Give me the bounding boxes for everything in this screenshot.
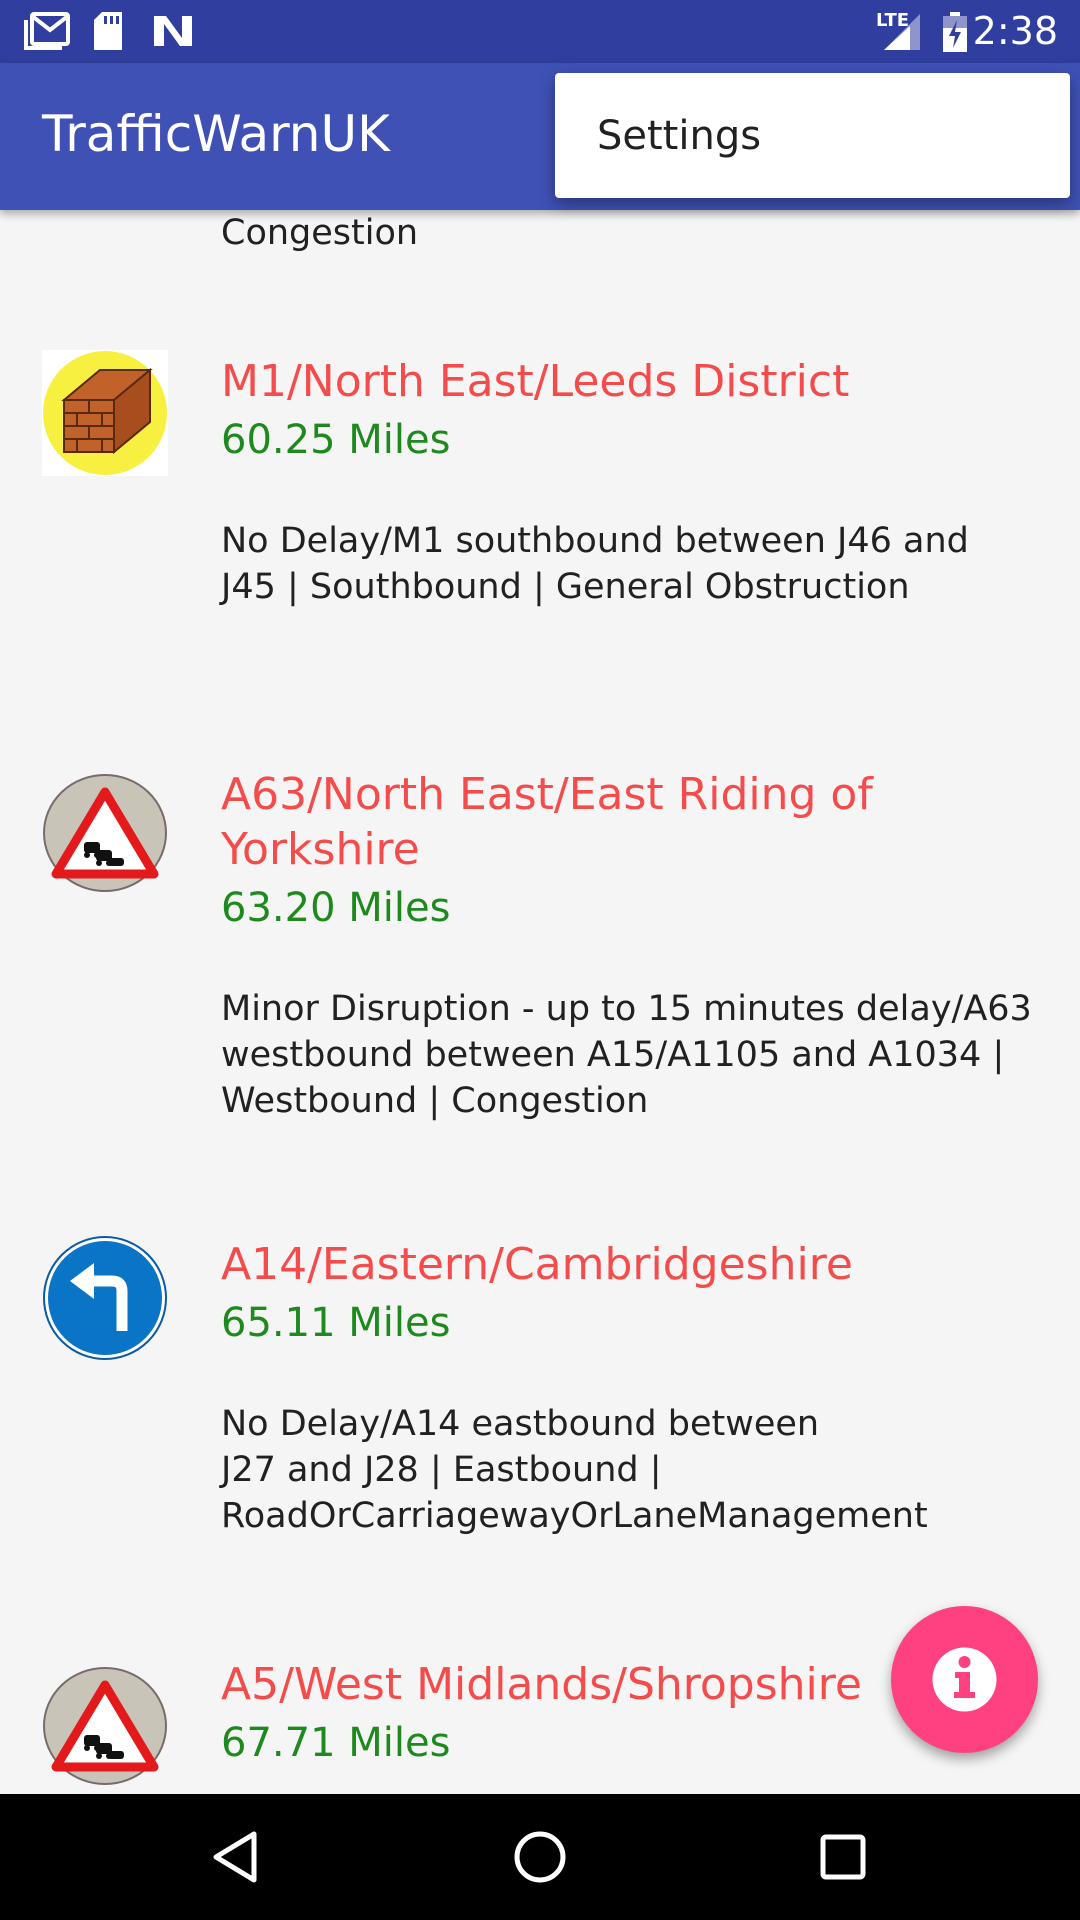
item-description-line: J45 | Southbound | General Obstruction bbox=[221, 567, 910, 607]
menu-item-settings[interactable]: Settings bbox=[597, 113, 761, 159]
recents-icon[interactable] bbox=[810, 1824, 876, 1890]
turn-left-sign-icon bbox=[43, 1236, 167, 1360]
queue-warning-sign-icon bbox=[43, 1667, 167, 1785]
item-title: A5/West Midlands/Shropshire bbox=[221, 1659, 862, 1710]
item-distance: 63.20 Miles bbox=[221, 885, 451, 931]
item-title: M1/North East/Leeds District bbox=[221, 356, 850, 407]
list-item[interactable]: A14/Eastern/Cambridgeshire 65.11 Miles N… bbox=[42, 1235, 1038, 1575]
back-icon[interactable] bbox=[204, 1824, 270, 1890]
n-notification-icon bbox=[154, 16, 192, 46]
item-description-line: Minor Disruption - up to 15 minutes dela… bbox=[221, 989, 1032, 1029]
partial-item-description: Congestion bbox=[221, 213, 419, 253]
item-title-line: A63/North East/East Riding of bbox=[221, 769, 873, 820]
item-description-line: westbound between A15/A1105 and A1034 | bbox=[221, 1035, 1005, 1075]
item-distance: 67.71 Miles bbox=[221, 1720, 451, 1766]
item-description-line: No Delay/A14 eastbound between bbox=[221, 1404, 820, 1444]
app-title: TrafficWarnUK bbox=[42, 105, 390, 163]
gmail-notification-icon bbox=[24, 12, 70, 50]
status-bar: LTE 2:38 bbox=[0, 0, 1080, 63]
item-description-line: RoadOrCarriagewayOrLaneManagement bbox=[221, 1496, 928, 1536]
list-item[interactable]: A5/West Midlands/Shropshire 67.71 Miles bbox=[42, 1655, 1038, 1794]
traffic-list[interactable]: Congestion M1/North East/Leeds District … bbox=[42, 210, 1038, 1794]
item-description-line: Westbound | Congestion bbox=[221, 1081, 649, 1121]
list-item[interactable]: M1/North East/Leeds District 60.25 Miles… bbox=[42, 350, 1038, 690]
signal-strength-icon bbox=[884, 14, 920, 50]
list-item[interactable]: A63/North East/East Riding of Yorkshire … bbox=[42, 765, 1038, 1155]
item-title-line: Yorkshire bbox=[221, 824, 420, 875]
item-distance: 65.11 Miles bbox=[221, 1300, 451, 1346]
sd-card-icon bbox=[94, 12, 122, 50]
info-button[interactable] bbox=[891, 1606, 1038, 1753]
item-title: A14/Eastern/Cambridgeshire bbox=[221, 1239, 853, 1290]
home-icon[interactable] bbox=[507, 1824, 573, 1890]
system-nav-bar bbox=[0, 1794, 1080, 1920]
info-icon bbox=[932, 1647, 997, 1712]
item-description-line: No Delay/M1 southbound between J46 and bbox=[221, 521, 969, 561]
roadworks-wall-icon bbox=[42, 350, 168, 476]
clock: 2:38 bbox=[972, 9, 1058, 53]
overflow-menu: Settings bbox=[555, 73, 1070, 198]
queue-warning-sign-icon bbox=[43, 774, 167, 892]
item-distance: 60.25 Miles bbox=[221, 417, 451, 463]
item-description-line: J27 and J28 | Eastbound | bbox=[221, 1450, 662, 1490]
battery-charging-icon bbox=[943, 12, 967, 52]
